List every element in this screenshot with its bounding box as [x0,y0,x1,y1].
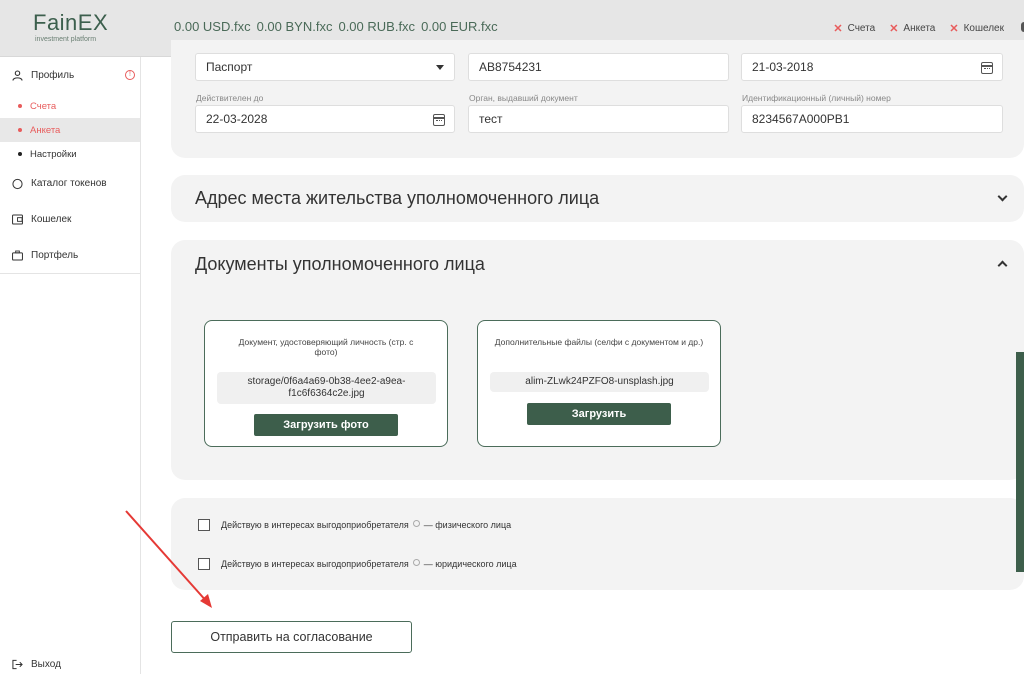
valid-until-label: Действителен до [196,93,264,103]
bullet-icon [18,128,22,132]
doc-type-value: Паспорт [206,60,253,74]
briefcase-icon [12,250,23,261]
cross-icon: ✕ [949,23,959,35]
address-section-title: Адрес места жительства уполномоченного л… [195,188,600,208]
status-label: Кошелек [963,23,1004,34]
checkbox-label: Действую в интересах выгодоприобретателя [221,559,409,569]
checkbox-suffix: — физического лица [423,520,512,530]
logo-name: FainEX [33,10,109,35]
sidebar-item-label: Счета [30,100,57,112]
status-label: Анкета [903,23,936,34]
upload-photo-button[interactable]: Загрузить фото [254,414,398,436]
beneficiary-section [171,498,1024,590]
doc-number-value: AB8754231 [479,60,542,74]
status-wallet[interactable]: ✕ Кошелек [949,22,1004,35]
doc-type-select[interactable]: Паспорт [195,53,455,81]
sidebar-item-label: Выход [31,659,61,670]
submit-button[interactable]: Отправить на согласование [171,621,412,653]
documents-section-title: Документы уполномоченного лица [195,254,485,274]
cross-icon: ✕ [833,23,843,35]
sidebar-item-settings[interactable]: Настройки [0,142,140,166]
sidebar-item-label: Анкета [30,124,61,136]
id-number-label: Идентификационный (личный) номер [742,93,891,103]
checkbox-label: Действую в интересах выгодоприобретателя [221,520,409,530]
file-name: storage/0f6a4a69-0b38-4ee2-a9ea-f1c6f636… [217,372,436,404]
valid-until-field[interactable]: 22-03-2028 [195,105,455,133]
issue-date-value: 21-03-2018 [752,60,814,74]
sidebar-item-label: Портфель [31,250,79,261]
balances: 0.00 USD.fxc 0.00 BYN.fxc 0.00 RUB.fxc 0… [174,19,498,34]
id-number-field[interactable]: 8234567A000PB1 [741,105,1003,133]
upload-label: Документ, удостоверяющий личность (стр. … [238,337,414,357]
balance-eur: 0.00 EUR.fxc [421,19,498,34]
bullet-icon [18,104,22,108]
help-icon[interactable] [412,519,420,527]
issuer-value: тест [479,112,503,126]
alert-icon: ! [125,70,135,80]
logo-subtitle: investment platform [35,36,97,43]
logout-icon [12,659,23,670]
issuer-field[interactable]: тест [468,105,729,133]
caret-down-icon [436,65,444,70]
sidebar-item-label: Профиль [31,70,75,81]
id-number-value: 8234567A000PB1 [752,112,850,126]
sidebar-item-logout[interactable]: Выход [12,659,61,670]
bullet-icon [18,152,22,156]
sidebar-item-wallet[interactable]: Кошелек [12,214,71,225]
upload-box-additional: Дополнительные файлы (селфи с документом… [477,320,721,447]
logo[interactable]: FainEX investment platform [33,10,109,43]
upload-files-button[interactable]: Загрузить [527,403,671,425]
circle-icon [12,178,23,189]
status-questionnaire[interactable]: ✕ Анкета [889,22,935,35]
sidebar-item-label: Настройки [30,148,77,160]
cross-icon: ✕ [889,23,899,35]
checkbox-suffix: — юридического лица [423,559,517,569]
sidebar-item-label: Каталог токенов [31,178,107,189]
user-icon [12,70,23,81]
balance-byn: 0.00 BYN.fxc [256,19,333,34]
status-label: Счета [847,23,876,34]
sidebar-item-label: Кошелек [31,214,72,225]
upload-label: Дополнительные файлы (селфи с документом… [494,337,704,347]
beneficiary-legal-row: Действую в интересах выгодоприобретателя… [198,558,517,570]
file-name: alim-ZLwk24PZFO8-unsplash.jpg [490,372,709,392]
balance-rub: 0.00 RUB.fxc [338,19,416,34]
calendar-icon[interactable] [981,62,993,74]
annotation-arrow [125,510,212,608]
sidebar-item-portfolio[interactable]: Портфель [12,250,78,261]
doc-number-field[interactable]: AB8754231 [468,53,729,81]
balance-usd: 0.00 USD.fxc [174,19,251,34]
sidebar-item-catalog[interactable]: Каталог токенов [12,178,107,189]
sidebar-item-profile[interactable]: Профиль [12,70,74,81]
sidebar-item-accounts[interactable]: Счета [0,94,140,118]
wallet-icon [12,214,23,225]
valid-until-value: 22-03-2028 [206,112,268,126]
status-accounts[interactable]: ✕ Счета [833,22,875,35]
beneficiary-individual-row: Действую в интересах выгодоприобретателя… [198,519,511,531]
help-icon[interactable] [412,558,420,566]
upload-box-identity: Документ, удостоверяющий личность (стр. … [204,320,448,447]
scrollbar[interactable] [1016,352,1024,572]
status-list: ✕ Счета ✕ Анкета ✕ Кошелек [833,22,1004,35]
sidebar-item-questionnaire[interactable]: Анкета [0,118,140,142]
sidebar-divider [0,273,140,274]
issue-date-field[interactable]: 21-03-2018 [741,53,1003,81]
calendar-icon[interactable] [433,114,445,126]
issuer-label: Орган, выдавший документ [469,93,578,103]
